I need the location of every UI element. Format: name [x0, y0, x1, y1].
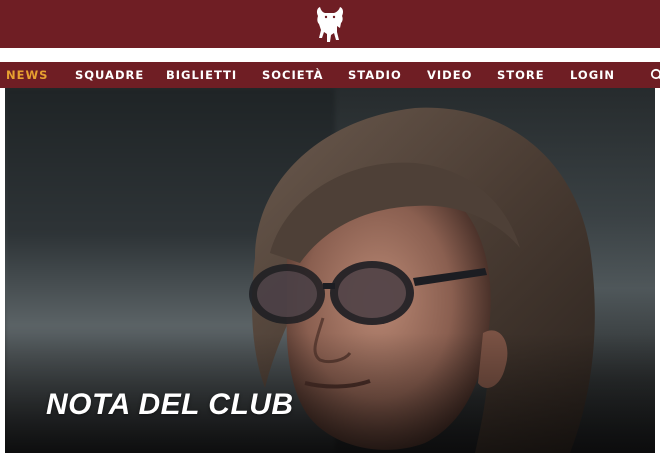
- nav-item-video[interactable]: VIDEO: [427, 62, 472, 88]
- hero-banner[interactable]: NOTA DEL CLUB: [5, 88, 655, 453]
- nav-item-login[interactable]: LOGIN: [570, 62, 615, 88]
- bull-logo-icon[interactable]: [310, 2, 350, 46]
- top-header: [0, 0, 660, 48]
- search-icon[interactable]: [650, 67, 660, 81]
- nav-item-stadio[interactable]: STADIO: [348, 62, 402, 88]
- header-spacer: [0, 48, 660, 62]
- nav-item-squadre[interactable]: SQUADRE: [75, 62, 144, 88]
- nav-item-societa[interactable]: SOCIETÀ: [262, 62, 324, 88]
- main-navigation: NEWS SQUADRE BIGLIETTI SOCIETÀ STADIO VI…: [0, 62, 660, 88]
- nav-item-news[interactable]: NEWS: [6, 62, 48, 88]
- nav-item-store[interactable]: STORE: [497, 62, 545, 88]
- nav-item-biglietti[interactable]: BIGLIETTI: [166, 62, 237, 88]
- hero-title[interactable]: NOTA DEL CLUB: [46, 388, 294, 422]
